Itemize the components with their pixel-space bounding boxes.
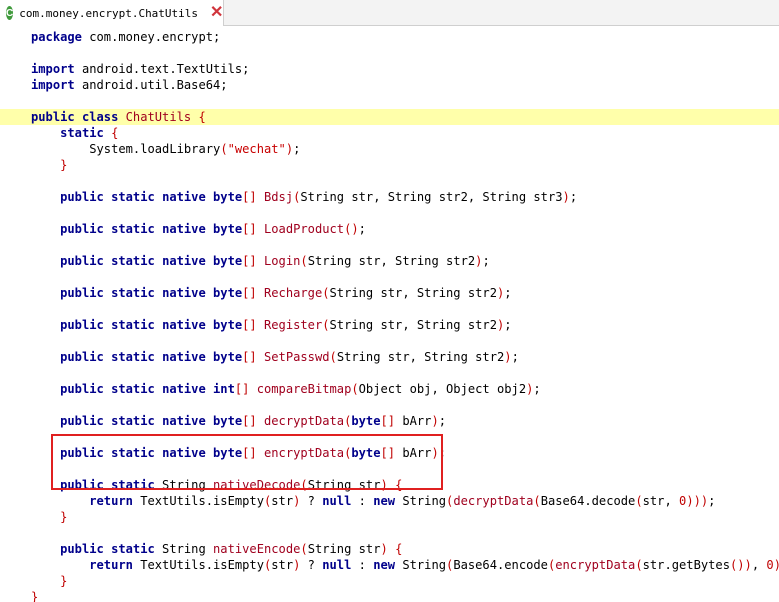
code-line-login: public static native byte[] Login(String…: [60, 254, 490, 268]
code-line-static-open: static {: [60, 126, 119, 140]
tab-title: com.money.encrypt.ChatUtils: [19, 6, 199, 20]
code-line-nativeencode-body: return TextUtils.isEmpty(str) ? null : n…: [89, 558, 779, 572]
code-line-comparebitmap: public static native int[] compareBitmap…: [60, 382, 541, 396]
code-line-package: package com.money.encrypt;: [31, 30, 221, 44]
code-line-import-textutils: import android.text.TextUtils;: [31, 62, 250, 76]
code-line-setpasswd: public static native byte[] SetPasswd(St…: [60, 350, 519, 364]
annotation-highlight-box: [51, 434, 443, 490]
code-editor[interactable]: package com.money.encrypt; import androi…: [0, 26, 779, 602]
class-c-icon: C: [6, 6, 14, 20]
code-line-decryptdata: public static native byte[] decryptData(…: [60, 414, 447, 428]
code-line-loadproduct: public static native byte[] LoadProduct(…: [60, 222, 366, 236]
code-line-nativeencode-close: }: [60, 574, 68, 588]
code-line-nativedecode-body: return TextUtils.isEmpty(str) ? null : n…: [89, 494, 716, 508]
code-line-bdsj: public static native byte[] Bdsj(String …: [60, 190, 578, 204]
code-line-register: public static native byte[] Register(Str…: [60, 318, 512, 332]
code-line-nativeencode: public static String nativeEncode(String…: [60, 542, 403, 556]
code-line-nativedecode-close: }: [60, 510, 68, 524]
code-line-import-base64: import android.util.Base64;: [31, 78, 228, 92]
editor-tab[interactable]: C com.money.encrypt.ChatUtils ✕: [0, 0, 224, 26]
code-line-class-decl: public class ChatUtils {: [0, 109, 779, 125]
code-line-load-library: System.loadLibrary("wechat");: [31, 142, 301, 156]
code-line-class-close: }: [31, 590, 39, 602]
editor-tab-bar: C com.money.encrypt.ChatUtils ✕: [0, 0, 779, 26]
code-line-recharge: public static native byte[] Recharge(Str…: [60, 286, 512, 300]
close-tab-icon[interactable]: ✕: [210, 5, 223, 21]
code-line-static-close: }: [60, 158, 68, 172]
